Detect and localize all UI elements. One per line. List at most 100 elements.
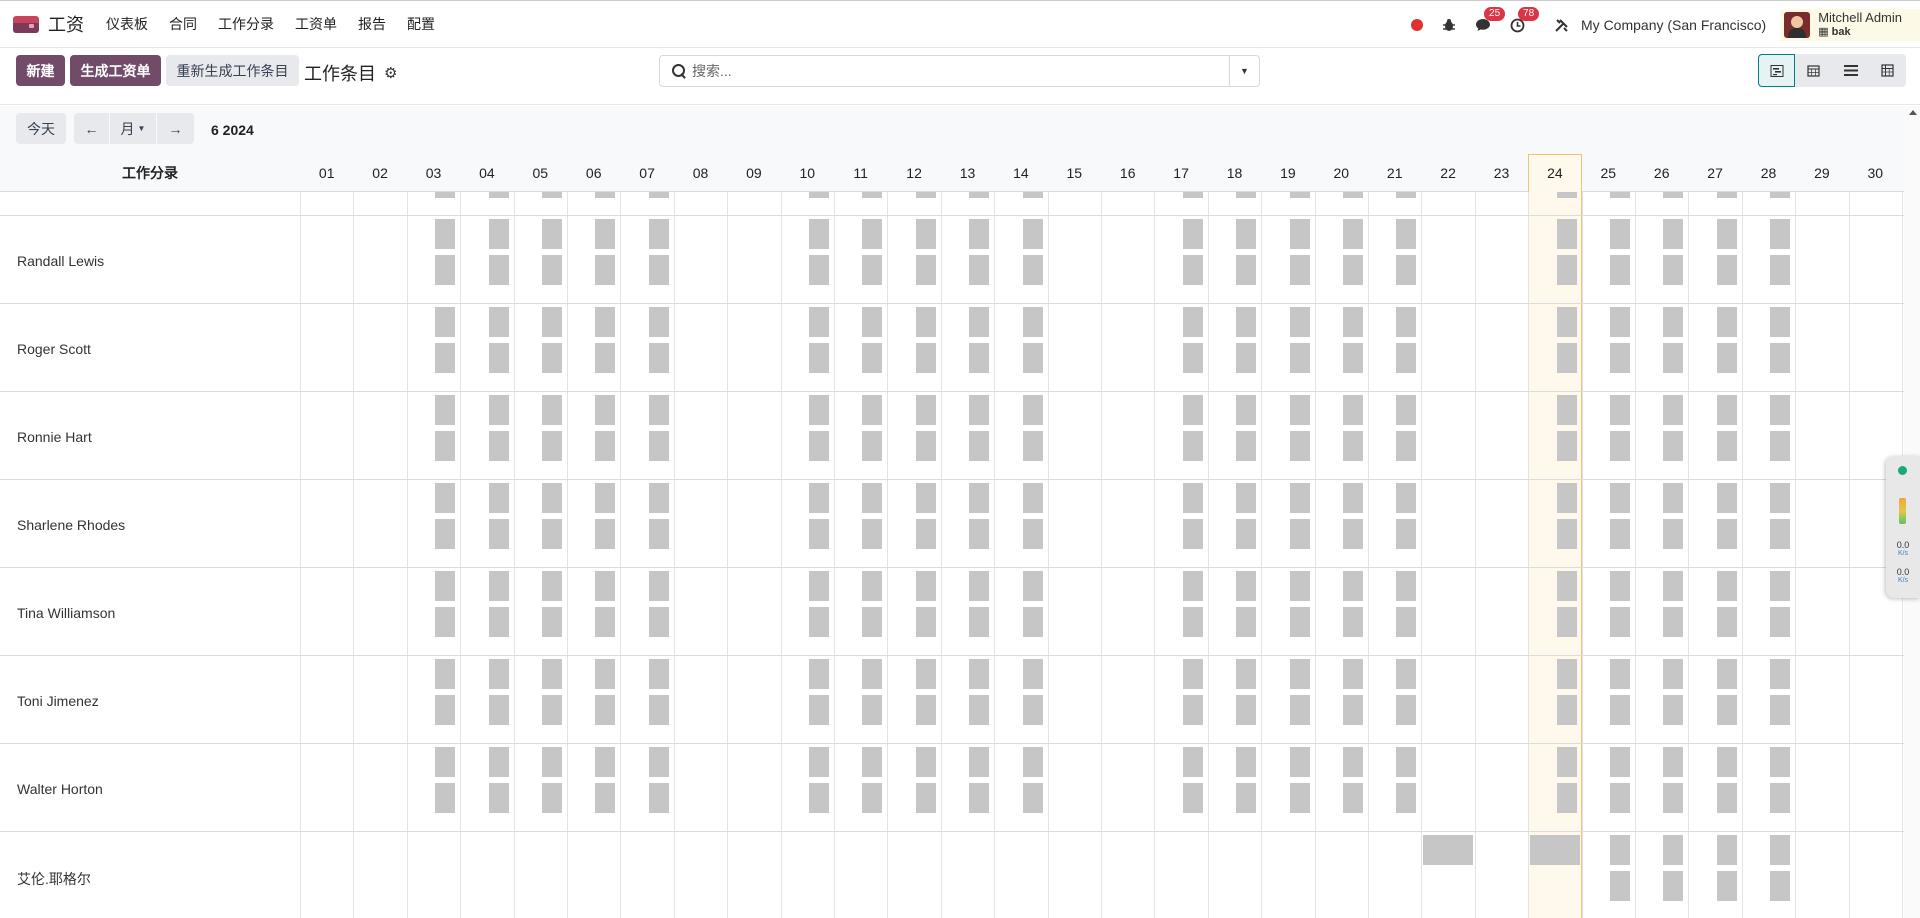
- work-entry-pill[interactable]: [1236, 343, 1257, 373]
- work-entry-pill[interactable]: [1770, 395, 1791, 425]
- work-entry-pill[interactable]: [1556, 395, 1577, 425]
- work-entry-pill[interactable]: [1396, 395, 1417, 425]
- work-entry-pill[interactable]: [1343, 695, 1363, 725]
- work-entry-pill[interactable]: [435, 571, 456, 601]
- work-entry-pill[interactable]: [595, 695, 616, 725]
- work-entry-pill[interactable]: [1396, 607, 1417, 637]
- work-entry-pill[interactable]: [1396, 783, 1417, 813]
- work-entry-pill[interactable]: [1343, 219, 1363, 249]
- work-entry-pill[interactable]: [1396, 431, 1417, 461]
- work-entry-pill[interactable]: [969, 219, 990, 249]
- tools-icon[interactable]: [1551, 15, 1571, 35]
- work-entry-pill[interactable]: [1716, 307, 1737, 337]
- work-entry-pill[interactable]: [1716, 747, 1737, 777]
- work-entry-pill[interactable]: [1343, 395, 1363, 425]
- work-entry-pill[interactable]: [435, 255, 456, 285]
- work-entry-pill[interactable]: [595, 571, 616, 601]
- work-entry-pill[interactable]: [595, 659, 616, 689]
- work-entry-pill[interactable]: [1022, 695, 1043, 725]
- work-entry-pill[interactable]: [648, 307, 669, 337]
- work-entry-pill[interactable]: [1556, 192, 1577, 198]
- recording-icon[interactable]: [1411, 19, 1424, 31]
- work-entry-pill[interactable]: [1182, 219, 1203, 249]
- work-entry-pill[interactable]: [595, 519, 616, 549]
- work-entry-pill[interactable]: [1396, 192, 1417, 198]
- work-entry-pill[interactable]: [1663, 483, 1684, 513]
- work-entry-pill[interactable]: [969, 395, 990, 425]
- work-entry-pill[interactable]: [1236, 255, 1257, 285]
- work-entry-pill[interactable]: [969, 519, 990, 549]
- work-entry-pill[interactable]: [1610, 192, 1630, 198]
- work-entry-pill[interactable]: [809, 783, 829, 813]
- work-entry-pill[interactable]: [1716, 255, 1737, 285]
- work-entry-pill[interactable]: [809, 607, 829, 637]
- work-entry-pill[interactable]: [542, 219, 562, 249]
- work-entry-pill[interactable]: [1610, 343, 1630, 373]
- user-menu[interactable]: Mitchell Admin ▦ bak: [1780, 9, 1920, 41]
- work-entry-pill[interactable]: [1343, 607, 1363, 637]
- work-entry-pill[interactable]: [435, 747, 456, 777]
- work-entry-pill[interactable]: [809, 255, 829, 285]
- work-entry-pill[interactable]: [542, 307, 562, 337]
- work-entry-pill[interactable]: [595, 307, 616, 337]
- work-entry-pill[interactable]: [1770, 659, 1791, 689]
- work-entry-pill[interactable]: [809, 519, 829, 549]
- work-entry-pill[interactable]: [1770, 255, 1791, 285]
- work-entry-pill[interactable]: [1663, 307, 1684, 337]
- row-employee-name[interactable]: Roger Scott: [17, 341, 91, 357]
- work-entry-pill[interactable]: [1663, 607, 1684, 637]
- work-entry-pill[interactable]: [969, 783, 990, 813]
- work-entry-pill[interactable]: [1770, 307, 1791, 337]
- work-entry-pill[interactable]: [1610, 395, 1630, 425]
- work-entry-pill[interactable]: [1396, 571, 1417, 601]
- work-entry-pill[interactable]: [1289, 607, 1310, 637]
- work-entry-pill[interactable]: [1343, 192, 1363, 198]
- work-entry-pill[interactable]: [1716, 192, 1737, 198]
- work-entry-pill[interactable]: [1022, 571, 1043, 601]
- work-entry-pill[interactable]: [862, 483, 883, 513]
- next-button[interactable]: →: [157, 113, 194, 144]
- work-entry-pill[interactable]: [969, 607, 990, 637]
- work-entry-pill[interactable]: [1663, 835, 1684, 865]
- work-entry-pill[interactable]: [969, 255, 990, 285]
- work-entry-pill[interactable]: [1556, 747, 1577, 777]
- work-entry-pill[interactable]: [862, 395, 883, 425]
- work-entry-pill[interactable]: [969, 431, 990, 461]
- work-entry-pill[interactable]: [488, 571, 509, 601]
- work-entry-pill[interactable]: [1343, 519, 1363, 549]
- work-entry-pill[interactable]: [542, 571, 562, 601]
- work-entry-pill[interactable]: [915, 219, 936, 249]
- work-entry-pill[interactable]: [1289, 395, 1310, 425]
- work-entry-pill[interactable]: [1610, 659, 1630, 689]
- work-entry-pill[interactable]: [648, 519, 669, 549]
- work-entry-pill[interactable]: [1182, 307, 1203, 337]
- work-entry-pill[interactable]: [488, 695, 509, 725]
- work-entry-pill[interactable]: [809, 219, 829, 249]
- work-entry-pill[interactable]: [1022, 307, 1043, 337]
- regenerate-work-entries-button[interactable]: 重新生成工作条目: [166, 55, 299, 86]
- menu-item-reporting[interactable]: 报告: [358, 14, 386, 34]
- previous-button[interactable]: ←: [74, 113, 109, 144]
- work-entry-pill[interactable]: [1396, 519, 1417, 549]
- work-entry-pill[interactable]: [1610, 871, 1630, 901]
- work-entry-pill[interactable]: [1770, 571, 1791, 601]
- work-entry-pill[interactable]: [969, 659, 990, 689]
- work-entry-pill[interactable]: [488, 519, 509, 549]
- work-entry-pill[interactable]: [435, 219, 456, 249]
- work-entry-pill[interactable]: [1022, 192, 1043, 198]
- work-entry-pill[interactable]: [1289, 519, 1310, 549]
- work-entry-pill[interactable]: [1236, 695, 1257, 725]
- work-entry-pill[interactable]: [1182, 783, 1203, 813]
- work-entry-pill[interactable]: [1289, 783, 1310, 813]
- work-entry-pill[interactable]: [542, 783, 562, 813]
- work-entry-pill[interactable]: [1770, 783, 1791, 813]
- work-entry-pill[interactable]: [1716, 659, 1737, 689]
- work-entry-pill[interactable]: [1396, 695, 1417, 725]
- work-entry-pill[interactable]: [1556, 307, 1577, 337]
- work-entry-pill[interactable]: [542, 747, 562, 777]
- work-entry-pill[interactable]: [648, 695, 669, 725]
- work-entry-pill[interactable]: [595, 783, 616, 813]
- work-entry-pill[interactable]: [862, 307, 883, 337]
- work-entry-pill[interactable]: [1182, 659, 1203, 689]
- work-entry-pill[interactable]: [542, 192, 562, 198]
